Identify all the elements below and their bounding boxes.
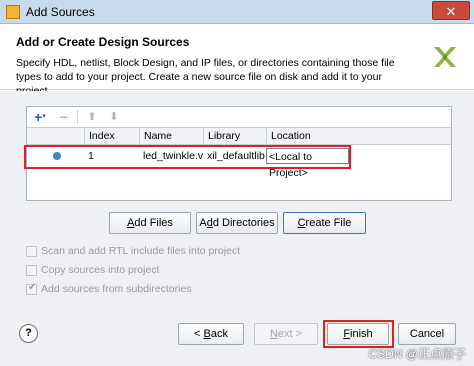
cancel-button[interactable]: Cancel (398, 323, 456, 345)
add-files-button[interactable]: Add Files (109, 212, 191, 234)
next-mnemonic: N (269, 328, 278, 340)
chevron-down-icon: ▾ (42, 113, 46, 120)
page-title: Add or Create Design Sources (16, 35, 190, 49)
back-mnemonic: B (203, 328, 211, 340)
checkbox-box (26, 265, 37, 276)
create-file-mnemonic: C (297, 217, 306, 229)
next-button[interactable]: Next > (254, 323, 318, 345)
column-location[interactable]: Location (266, 128, 356, 144)
column-library[interactable]: Library (203, 128, 266, 144)
column-index[interactable]: Index (84, 128, 139, 144)
add-directories-rest: d Directories (212, 217, 275, 229)
create-file-button[interactable]: Create File (283, 212, 366, 234)
watermark: CSDN @正点原子 (368, 347, 466, 361)
move-up-icon[interactable]: ⬆ (83, 109, 101, 125)
checkmark-icon: ✔ (28, 282, 37, 293)
back-button[interactable]: < Back (178, 323, 244, 345)
next-rest: ext > (277, 328, 303, 340)
checkbox-label: Scan and add RTL include files into proj… (41, 245, 241, 257)
checkbox-label: Copy sources into project (41, 264, 160, 276)
back-prefix: < (194, 328, 204, 340)
column-status[interactable] (27, 128, 84, 144)
add-icon[interactable]: +▾ (31, 109, 49, 125)
checkbox-box (26, 246, 37, 257)
move-down-icon[interactable]: ⬇ (105, 109, 123, 125)
back-rest: ack (210, 328, 228, 340)
app-icon (6, 5, 20, 19)
add-files-rest: dd Files (134, 217, 173, 229)
toolbar-divider (77, 110, 78, 124)
vivado-logo-icon (434, 47, 456, 67)
add-directories-button[interactable]: Add Directories (196, 212, 278, 234)
row-highlight-annotation (24, 145, 351, 169)
dialog-content: +▾ − ⬆ ⬇ Index Name Library Location 1 l… (0, 91, 474, 366)
checkbox-label: Add sources from subdirectories (41, 283, 192, 295)
checkbox-box: ✔ (26, 282, 37, 295)
finish-highlight-annotation (323, 320, 394, 348)
table-header: Index Name Library Location (27, 127, 451, 145)
create-file-rest: reate File (305, 217, 352, 229)
help-button[interactable]: ? (19, 324, 38, 343)
add-directories-prefix: A (199, 217, 207, 229)
window-title: Add Sources (26, 5, 95, 19)
table-toolbar: +▾ − ⬆ ⬇ (27, 107, 451, 127)
window-titlebar: Add Sources ✕ (0, 0, 474, 24)
dialog-header: Add or Create Design Sources Specify HDL… (0, 24, 474, 97)
close-icon[interactable]: ✕ (432, 1, 470, 20)
remove-icon[interactable]: − (55, 109, 73, 125)
column-name[interactable]: Name (139, 128, 203, 144)
